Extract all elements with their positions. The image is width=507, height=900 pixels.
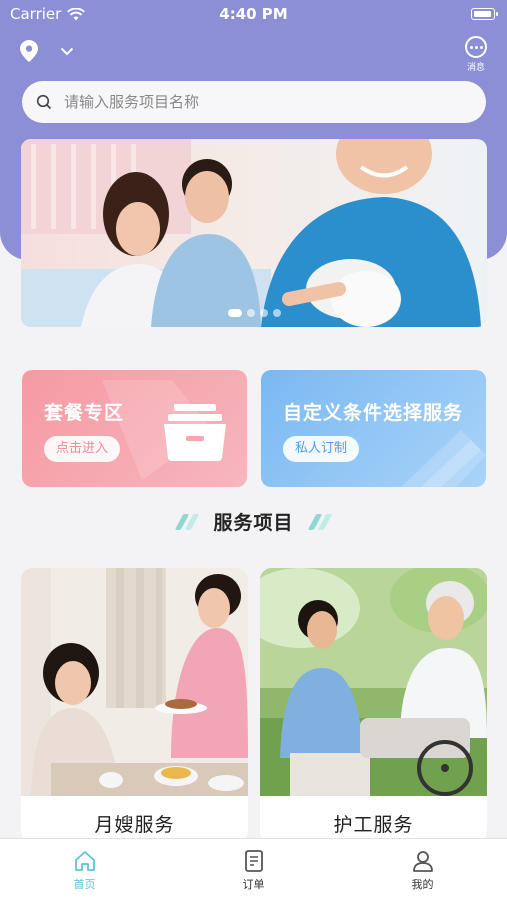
message-button[interactable]: 消息 [463,36,489,73]
custom-service-card[interactable]: 自定义条件选择服务 私人订制 [261,370,486,487]
service-card-maternity[interactable]: 月嫂服务 [21,568,248,843]
tab-orders[interactable]: 订单 [169,839,338,900]
tab-orders-label: 订单 [242,878,265,891]
search-input[interactable] [64,93,444,111]
maternity-photo [21,568,248,796]
message-label: 消息 [466,63,485,73]
tab-profile-label: 我的 [411,878,434,891]
carousel-dot[interactable] [246,309,255,317]
caregiver-service-label: 护工服务 [333,814,414,836]
custom-service-title: 自定义条件选择服务 [283,402,464,424]
location-selector[interactable] [20,40,74,62]
search-bar[interactable] [22,81,486,123]
carousel-dot[interactable] [272,309,281,317]
banner-carousel[interactable] [21,139,487,327]
decoration-slash-icon [307,513,332,530]
caregiver-photo [260,568,487,796]
location-pin-icon[interactable] [20,40,38,62]
carousel-dot[interactable] [259,309,268,317]
basket-icon [164,404,226,461]
enter-button[interactable]: 点击进入 [44,436,121,462]
profile-icon[interactable] [411,849,435,873]
package-zone-title: 套餐专区 [44,402,125,424]
battery-icon [471,8,498,20]
tab-home-label: 首页 [73,878,96,891]
status-bar: Carrier 4:40 PM [0,0,507,28]
maternity-service-label: 月嫂服务 [94,814,175,836]
private-custom-button[interactable]: 私人订制 [283,436,360,462]
carousel-indicator[interactable] [21,309,487,317]
tab-profile[interactable]: 我的 [338,839,507,900]
bottom-tab-bar: 首页 订单 我的 [0,838,507,900]
section-title: 服务项目 [213,512,294,534]
tab-home[interactable]: 首页 [0,839,169,900]
search-icon [36,94,52,110]
service-card-caregiver[interactable]: 护工服务 [260,568,487,843]
clock: 4:40 PM [219,5,288,23]
order-icon[interactable] [242,849,266,873]
carousel-dot[interactable] [227,309,242,317]
home-icon[interactable] [73,849,97,873]
banner-image [21,139,481,327]
package-zone-card[interactable]: 套餐专区 点击进入 [22,370,247,487]
section-header: 服务项目 [0,508,507,535]
chevron-down-icon[interactable] [60,47,74,56]
decoration-slash-icon [175,513,200,530]
message-icon[interactable] [465,36,487,58]
